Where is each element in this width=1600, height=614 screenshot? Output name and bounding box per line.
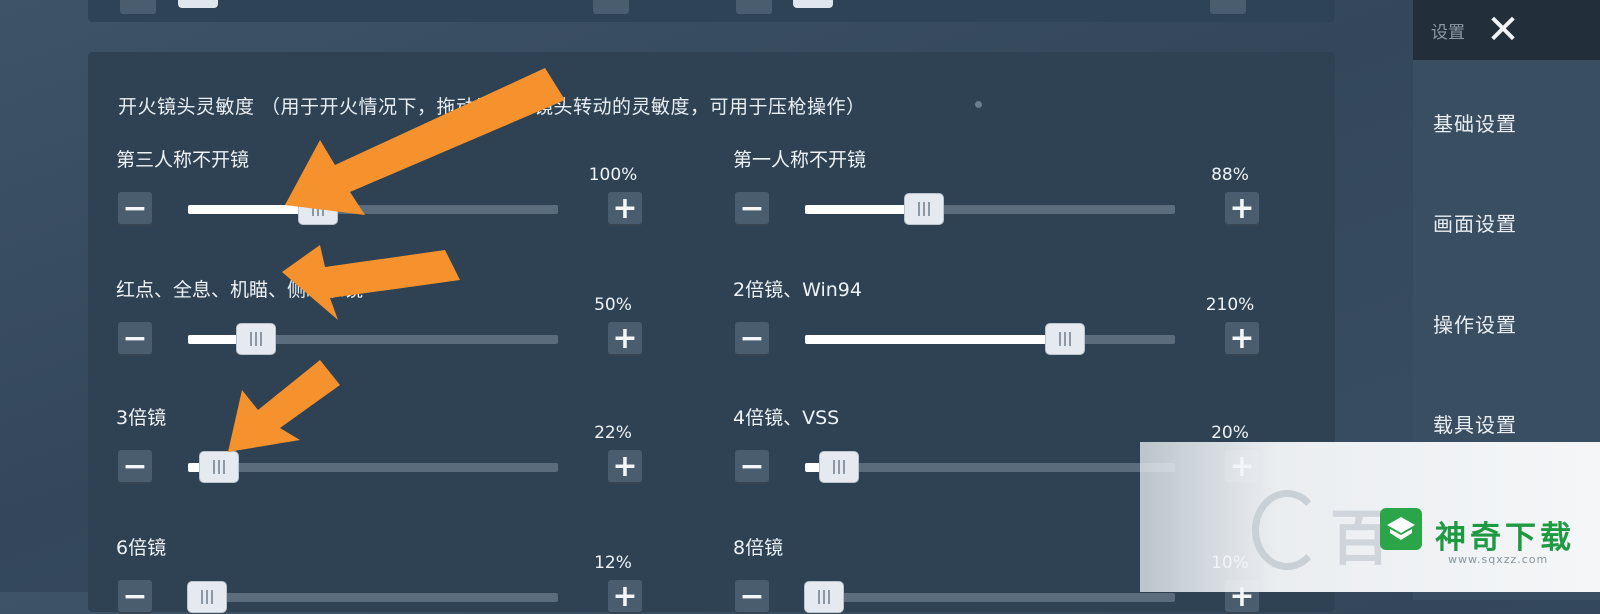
slider-percent: 100% <box>588 165 638 185</box>
slider-label: 2倍镜、Win94 <box>733 279 862 301</box>
slider-label: 8倍镜 <box>733 537 784 559</box>
knob-grip <box>1068 332 1071 346</box>
section-title: 开火镜头灵敏度 （用于开火情况下，拖动屏幕时镜头转动的灵敏度，可用于压枪操作） <box>118 96 866 118</box>
slider-percent: 20% <box>1211 423 1249 443</box>
knob-grip <box>217 460 220 474</box>
slider-knob[interactable] <box>1044 323 1085 355</box>
plus-button[interactable]: + <box>608 580 642 614</box>
plus-button[interactable] <box>593 0 629 14</box>
slider-track[interactable] <box>804 581 1175 613</box>
sidebar-item-controls[interactable]: 操作设置 <box>1433 309 1517 338</box>
sidebar-item-vehicle[interactable]: 载具设置 <box>1433 409 1517 438</box>
slider-percent: 88% <box>1211 165 1249 185</box>
close-icon[interactable]: ✕ <box>1483 10 1523 50</box>
minus-button[interactable] <box>120 0 156 14</box>
slider-knob[interactable] <box>819 451 860 483</box>
knob-grip <box>923 202 926 216</box>
sidebar-item-basic[interactable]: 基础设置 <box>1433 108 1517 137</box>
minus-button[interactable]: − <box>735 192 769 226</box>
slider-knob[interactable] <box>298 193 339 225</box>
minus-button[interactable]: − <box>118 580 152 614</box>
knob-grip <box>312 202 315 216</box>
plus-button[interactable]: + <box>608 450 642 484</box>
knob-grip <box>1063 332 1066 346</box>
slider-label: 第一人称不开镜 <box>733 149 867 171</box>
minus-button[interactable]: − <box>735 322 769 356</box>
previous-section-panel <box>88 0 1335 22</box>
plus-button[interactable]: + <box>1225 322 1259 356</box>
knob-grip <box>212 460 215 474</box>
knob-grip <box>317 202 320 216</box>
knob-grip <box>206 590 209 604</box>
slider-knob[interactable] <box>198 451 239 483</box>
plus-button[interactable]: + <box>608 322 642 356</box>
slider-percent: 22% <box>594 423 632 443</box>
knob-grip <box>818 590 821 604</box>
knob-grip <box>823 590 826 604</box>
knob-grip <box>201 590 204 604</box>
knob-grip <box>249 332 252 346</box>
slider-track[interactable] <box>188 451 558 483</box>
knob-grip <box>211 590 214 604</box>
slider-label: 6倍镜 <box>116 537 167 559</box>
plus-button[interactable]: + <box>608 192 642 226</box>
slider-knob[interactable] <box>804 581 845 613</box>
knob-grip <box>833 460 836 474</box>
knob-grip <box>918 202 921 216</box>
minus-button[interactable]: − <box>118 450 152 484</box>
slider-track[interactable] <box>188 323 558 355</box>
knob-grip <box>322 202 325 216</box>
settings-label: 设置 <box>1431 23 1465 43</box>
knob-grip <box>254 332 257 346</box>
slider-label: 第三人称不开镜 <box>116 149 250 171</box>
slider-track[interactable] <box>805 193 1175 225</box>
minus-button[interactable]: − <box>735 580 769 614</box>
slider-percent: 210% <box>1205 295 1255 315</box>
sidebar-header: 设置 ✕ <box>1413 0 1600 60</box>
knob-grip <box>259 332 262 346</box>
sidebar-item-graphics[interactable]: 画面设置 <box>1433 208 1517 237</box>
knob-grip <box>828 590 831 604</box>
knob-grip <box>838 460 841 474</box>
plus-button[interactable] <box>1210 0 1246 14</box>
minus-button[interactable] <box>736 0 772 14</box>
slider-track[interactable] <box>187 581 558 613</box>
watermark-url: www.sqxzz.com <box>1448 553 1549 566</box>
slider-label: 红点、全息、机瞄、侧瞄准镜 <box>116 279 364 301</box>
logo-mark <box>1387 517 1415 540</box>
watermark-swirl-icon <box>1252 490 1322 570</box>
slider-knob[interactable] <box>235 323 276 355</box>
slider-fill <box>188 205 317 214</box>
slider-percent: 50% <box>594 295 632 315</box>
minus-button[interactable]: − <box>118 192 152 226</box>
watermark-title: 神奇下载 <box>1435 520 1575 556</box>
plus-button[interactable]: + <box>1225 192 1259 226</box>
watermark-logo-icon <box>1380 508 1422 550</box>
slider-track[interactable] <box>188 193 558 225</box>
slider-knob[interactable] <box>178 0 218 8</box>
slider-track[interactable] <box>805 323 1175 355</box>
slider-knob[interactable] <box>793 0 833 8</box>
slider-track[interactable] <box>805 451 1175 483</box>
slider-label: 4倍镜、VSS <box>733 407 840 429</box>
slider-fill <box>805 335 1063 344</box>
knob-grip <box>222 460 225 474</box>
minus-button[interactable]: − <box>118 322 152 356</box>
slider-knob[interactable] <box>187 581 228 613</box>
info-dot <box>975 101 982 108</box>
minus-button[interactable]: − <box>735 450 769 484</box>
knob-grip <box>1058 332 1061 346</box>
slider-percent: 12% <box>594 553 632 573</box>
slider-label: 3倍镜 <box>116 407 167 429</box>
slider-knob[interactable] <box>904 193 945 225</box>
knob-grip <box>928 202 931 216</box>
knob-grip <box>843 460 846 474</box>
